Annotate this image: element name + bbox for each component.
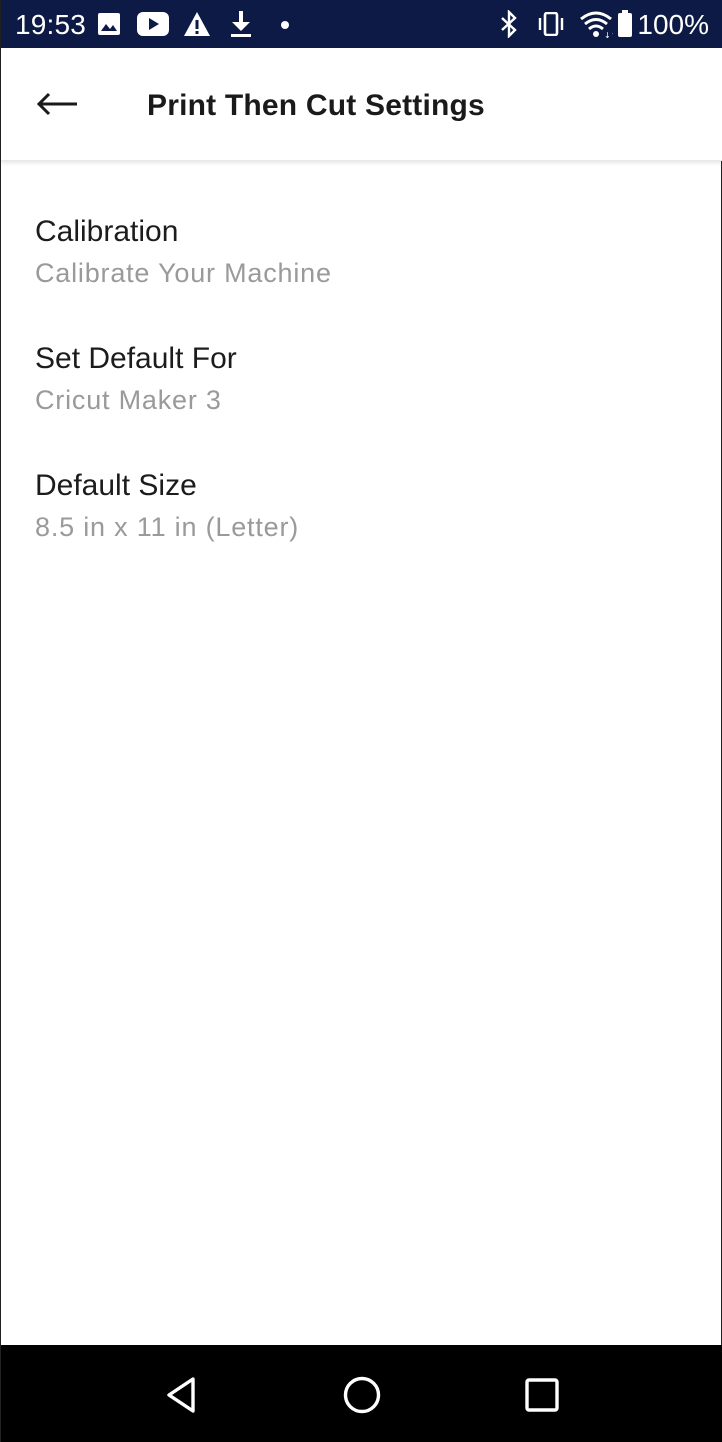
warning-icon xyxy=(184,12,210,36)
setting-subtitle: 8.5 in x 11 in (Letter) xyxy=(35,512,300,542)
page-title: Print Then Cut Settings xyxy=(147,89,485,122)
youtube-icon xyxy=(137,12,169,36)
dot-icon xyxy=(281,21,289,29)
setting-item-set-default-for[interactable]: Set Default For Cricut Maker 3 xyxy=(1,289,722,415)
battery-percent: 100% xyxy=(637,9,709,40)
image-icon xyxy=(98,13,120,35)
status-bar: 19:53 ↓ 100% xyxy=(1,0,722,48)
back-triangle-icon xyxy=(167,1377,195,1413)
setting-title: Default Size xyxy=(35,469,197,502)
setting-title: Calibration xyxy=(35,215,179,248)
setting-title: Set Default For xyxy=(35,342,237,375)
nav-home-button[interactable] xyxy=(334,1367,390,1423)
screen: 19:53 ↓ 100% Print Then Cut Settings Cal… xyxy=(0,0,722,1442)
back-button[interactable] xyxy=(25,78,89,130)
bluetooth-icon xyxy=(501,10,517,38)
navigation-bar xyxy=(1,1345,722,1442)
battery-icon xyxy=(618,10,632,37)
nav-recents-button[interactable] xyxy=(514,1367,570,1423)
vibrate-icon xyxy=(538,12,564,36)
setting-subtitle: Cricut Maker 3 xyxy=(35,385,222,415)
home-circle-icon xyxy=(343,1376,381,1414)
svg-text:↓↑: ↓↑ xyxy=(604,31,613,38)
app-bar: Print Then Cut Settings xyxy=(1,48,722,161)
download-icon xyxy=(231,11,251,37)
setting-item-calibration[interactable]: Calibration Calibrate Your Machine xyxy=(1,162,722,288)
arrow-left-icon xyxy=(36,92,77,116)
wifi-icon: ↓↑ xyxy=(580,11,613,38)
status-time: 19:53 xyxy=(15,9,87,40)
setting-subtitle: Calibrate Your Machine xyxy=(35,258,332,288)
nav-back-button[interactable] xyxy=(154,1367,210,1423)
setting-item-default-size[interactable]: Default Size 8.5 in x 11 in (Letter) xyxy=(1,416,722,542)
recents-square-icon xyxy=(525,1378,559,1412)
